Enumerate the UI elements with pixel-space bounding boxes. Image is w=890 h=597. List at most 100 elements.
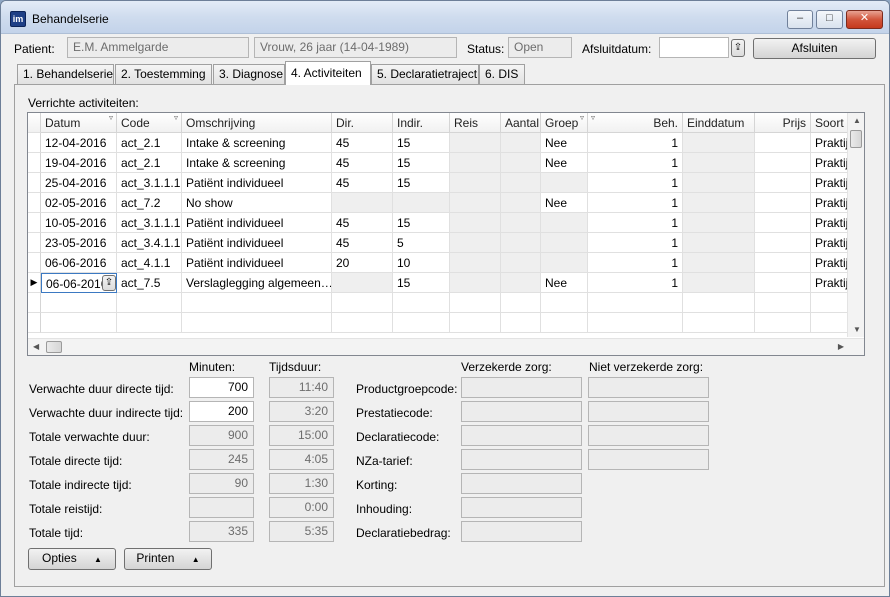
datum-cell[interactable]: 02-05-2016 (41, 193, 117, 213)
indir-cell[interactable]: 10 (393, 253, 450, 273)
groep-cell[interactable]: Nee (541, 273, 588, 293)
dir-cell[interactable]: 45 (332, 213, 393, 233)
table-row[interactable]: ▶ 06-06-2016 ⇪ act_7.5 Verslaglegging algeme… (28, 273, 848, 293)
maximize-button[interactable]: □ (816, 10, 843, 29)
code-cell[interactable]: act_3.1.1.1 (117, 173, 182, 193)
soort-cell[interactable]: Praktij (811, 193, 848, 213)
groep-cell[interactable] (541, 233, 588, 253)
scroll-down-icon[interactable]: ▼ (853, 325, 861, 334)
soort-cell[interactable]: Praktij (811, 213, 848, 233)
code-cell[interactable]: act_7.2 (117, 193, 182, 213)
tab-activiteiten[interactable]: 4. Activiteiten (285, 61, 371, 85)
table-row[interactable]: 02-05-2016 act_7.2 No show Nee 1 Praktij (28, 193, 848, 213)
indir-cell[interactable] (393, 193, 450, 213)
prijs-cell[interactable] (755, 173, 811, 193)
datum-cell[interactable]: 23-05-2016 (41, 233, 117, 253)
reis-cell[interactable] (450, 293, 501, 313)
omschrijving-cell[interactable]: Intake & screening (182, 133, 332, 153)
beh-cell[interactable]: 1 (588, 233, 683, 253)
omschrijving-cell[interactable]: Patiënt individueel (182, 173, 332, 193)
code-cell[interactable] (117, 293, 182, 313)
einddatum-cell[interactable] (683, 313, 755, 333)
dir-cell[interactable]: 45 (332, 173, 393, 193)
einddatum-cell[interactable] (683, 293, 755, 313)
groep-cell[interactable]: Nee (541, 193, 588, 213)
dir-cell[interactable] (332, 313, 393, 333)
code-cell[interactable]: act_4.1.1 (117, 253, 182, 273)
einddatum-cell[interactable] (683, 273, 755, 293)
minuten-input[interactable]: 200 (189, 401, 254, 422)
table-row[interactable] (28, 313, 848, 333)
code-cell[interactable]: act_2.1 (117, 133, 182, 153)
reis-cell[interactable] (450, 273, 501, 293)
beh-cell[interactable]: 1 (588, 273, 683, 293)
datum-cell[interactable]: 12-04-2016 (41, 133, 117, 153)
omschrijving-cell[interactable] (182, 293, 332, 313)
omschrijving-cell[interactable]: Patiënt individueel (182, 233, 332, 253)
row-header[interactable] (28, 253, 41, 273)
groep-cell[interactable] (541, 293, 588, 313)
groep-cell[interactable] (541, 173, 588, 193)
col-header-dir[interactable]: Dir. (332, 113, 393, 133)
datum-cell[interactable] (41, 313, 117, 333)
reis-cell[interactable] (450, 233, 501, 253)
reis-cell[interactable] (450, 193, 501, 213)
afsluiten-button[interactable]: Afsluiten (753, 38, 876, 59)
beh-cell[interactable]: 1 (588, 213, 683, 233)
prijs-cell[interactable] (755, 273, 811, 293)
code-cell[interactable]: act_3.4.1.1 (117, 233, 182, 253)
omschrijving-cell[interactable]: No show (182, 193, 332, 213)
soort-cell[interactable]: Praktij (811, 153, 848, 173)
col-header-reis[interactable]: Reis (450, 113, 501, 133)
aantal-cell[interactable] (501, 213, 541, 233)
einddatum-cell[interactable] (683, 193, 755, 213)
hscroll-thumb[interactable] (46, 341, 62, 353)
col-header-beh[interactable]: ▿ Beh. (588, 113, 683, 133)
indir-cell[interactable] (393, 293, 450, 313)
soort-cell[interactable]: Praktij (811, 133, 848, 153)
einddatum-cell[interactable] (683, 233, 755, 253)
indir-cell[interactable]: 15 (393, 133, 450, 153)
einddatum-cell[interactable] (683, 173, 755, 193)
datum-cell[interactable]: 06-06-2016 (41, 253, 117, 273)
prijs-cell[interactable] (755, 193, 811, 213)
minimize-button[interactable]: – (787, 10, 813, 29)
col-header-soort[interactable]: Soort I (811, 113, 848, 133)
einddatum-cell[interactable] (683, 213, 755, 233)
aantal-cell[interactable] (501, 313, 541, 333)
row-header[interactable] (28, 193, 41, 213)
datum-cell[interactable] (41, 293, 117, 313)
soort-cell[interactable]: Praktij (811, 273, 848, 293)
prijs-cell[interactable] (755, 153, 811, 173)
col-header-datum[interactable]: Datum ▿ (41, 113, 117, 133)
tab-dis[interactable]: 6. DIS (479, 64, 525, 84)
filter-icon[interactable]: ▿ (109, 113, 113, 122)
dir-cell[interactable] (332, 293, 393, 313)
datum-cell[interactable]: 19-04-2016 (41, 153, 117, 173)
aantal-cell[interactable] (501, 273, 541, 293)
reis-cell[interactable] (450, 173, 501, 193)
col-header-einddatum[interactable]: Einddatum (683, 113, 755, 133)
row-header[interactable] (28, 213, 41, 233)
close-button[interactable]: ✕ (846, 10, 883, 29)
scroll-right-icon[interactable]: ▶ (838, 342, 844, 351)
tab-behandelserie[interactable]: 1. Behandelserie (17, 64, 114, 84)
beh-cell[interactable]: 1 (588, 153, 683, 173)
datum-cell[interactable]: 06-06-2016 ⇪ (41, 273, 117, 293)
soort-cell[interactable]: Praktij (811, 253, 848, 273)
row-header[interactable] (28, 293, 41, 313)
prijs-cell[interactable] (755, 253, 811, 273)
table-row[interactable] (28, 293, 848, 313)
aantal-cell[interactable] (501, 193, 541, 213)
prijs-cell[interactable] (755, 213, 811, 233)
datum-cell[interactable]: 25-04-2016 (41, 173, 117, 193)
groep-cell[interactable] (541, 253, 588, 273)
table-row[interactable]: 10-05-2016 act_3.1.1.1 Patiënt individueel… (28, 213, 848, 233)
indir-cell[interactable]: 15 (393, 273, 450, 293)
aantal-cell[interactable] (501, 253, 541, 273)
indir-cell[interactable]: 15 (393, 153, 450, 173)
scroll-up-icon[interactable]: ▲ (853, 116, 861, 125)
groep-cell[interactable] (541, 313, 588, 333)
omschrijving-cell[interactable]: Patiënt individueel (182, 213, 332, 233)
code-cell[interactable]: act_3.1.1.1 (117, 213, 182, 233)
